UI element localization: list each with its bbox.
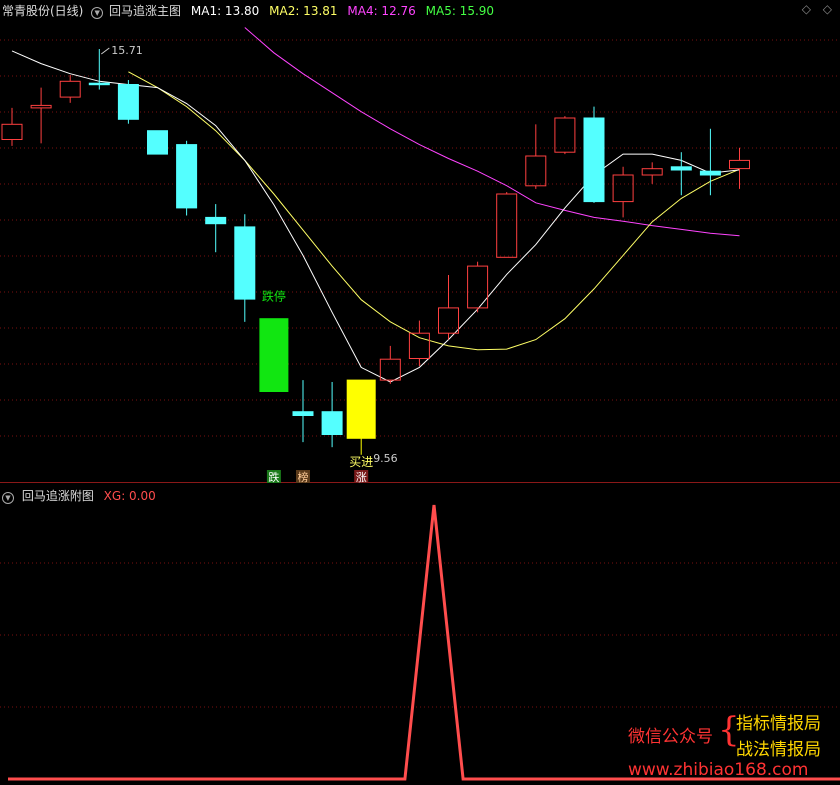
ma1-legend: MA1: 13.80	[190, 4, 260, 18]
candle	[321, 381, 343, 448]
candle	[59, 74, 81, 103]
candle-body	[612, 174, 634, 203]
candle	[346, 379, 376, 455]
watermark-url: www.zhibiao168.com	[628, 760, 809, 780]
candle-body	[438, 307, 459, 334]
candle	[496, 192, 518, 258]
candle	[30, 87, 52, 144]
candle	[525, 124, 547, 189]
indicator-name: 回马追涨主图	[109, 4, 182, 18]
candle-body	[346, 379, 376, 439]
rise-signal-label: 买进	[349, 455, 373, 469]
main-chart-panel[interactable]: 15.71 跌停 9.56买进跌 榜 涨	[0, 0, 840, 483]
bottom-marker-text: 跌	[268, 470, 279, 483]
candle	[147, 130, 168, 155]
moving-average-lines	[11, 27, 740, 383]
collapse-icon[interactable]: ▼	[91, 7, 104, 19]
candle	[117, 80, 139, 124]
candle-body	[379, 358, 401, 381]
bottom-marker: 涨	[354, 470, 369, 483]
candle-body	[30, 104, 52, 109]
candle	[729, 147, 750, 189]
candle-body	[467, 265, 489, 309]
watermark: 微信公众号 { 指标情报局 战法情报局 www.zhibiao168.com	[628, 708, 838, 783]
candle-body	[670, 166, 692, 171]
candle-body	[59, 80, 81, 98]
candle-body	[205, 216, 227, 225]
candle	[641, 162, 663, 184]
candle	[1, 107, 23, 146]
candle	[612, 166, 634, 218]
candle	[176, 140, 198, 216]
ma5-legend: MA5: 15.90	[425, 4, 495, 18]
fall-signal-label: 跌停	[262, 289, 286, 304]
stock-name: 常青股份(日线)	[2, 4, 84, 18]
watermark-line1: 指标情报局	[736, 714, 821, 734]
ma2-legend: MA2: 13.81	[269, 4, 338, 18]
candle	[259, 318, 289, 393]
candle-body	[525, 155, 547, 187]
candle-body	[641, 168, 663, 176]
candle-body	[1, 123, 23, 141]
bottom-marker: 榜	[296, 470, 310, 483]
candle	[205, 204, 227, 253]
main-header: 常青股份(日线) ▼ 回马追涨主图 MA1: 13.80 MA2: 13.81 …	[2, 2, 494, 19]
candle	[408, 320, 430, 367]
candle	[292, 380, 314, 443]
candle	[467, 261, 489, 313]
high-pointer	[101, 47, 110, 55]
window-buttons: ◇ ◇	[802, 2, 832, 16]
candle	[234, 214, 256, 322]
sub-header: ▼ 回马追涨附图 XG: 0.00	[2, 487, 156, 504]
high-price-label: 15.71	[111, 44, 143, 57]
bottom-marker-text: 榜	[298, 470, 309, 483]
ma4-legend: MA4: 12.76	[347, 4, 416, 18]
bottom-marker: 跌	[266, 470, 281, 483]
candle-body	[729, 159, 750, 170]
candle-body	[408, 332, 430, 360]
low-price-label: 9.56	[373, 452, 398, 465]
candles-group	[1, 49, 750, 455]
diamond-icon[interactable]: ◇	[802, 2, 811, 16]
ma2-line	[128, 71, 740, 351]
xg-value: XG: 0.00	[103, 489, 156, 503]
candle-body	[176, 144, 198, 209]
candle-body	[259, 318, 289, 393]
candle	[438, 274, 459, 340]
candle-body	[88, 82, 110, 86]
ma4-line	[244, 27, 740, 237]
candle-body	[554, 117, 576, 153]
candle-body	[147, 130, 168, 155]
candle-body	[321, 411, 343, 436]
bottom-marker-text: 涨	[356, 471, 367, 483]
candle-body	[699, 170, 721, 176]
watermark-line2: 战法情报局	[736, 740, 821, 760]
collapse-icon[interactable]: ▼	[2, 492, 14, 504]
candle-body	[496, 193, 518, 258]
sub-indicator-name: 回马追涨附图	[21, 489, 94, 503]
candle-body	[117, 84, 139, 120]
candle	[88, 49, 110, 90]
candle	[583, 106, 605, 203]
diamond-icon[interactable]: ◇	[823, 2, 832, 16]
candle-body	[583, 117, 605, 203]
watermark-wechat: 微信公众号	[628, 727, 713, 747]
candle-body	[234, 226, 256, 300]
stock-chart-window: 15.71 跌停 9.56 买进跌 榜 涨 常青股份(日线) ▼ 回马追涨主图 MA1: …	[0, 0, 840, 785]
candle-body	[292, 411, 314, 417]
